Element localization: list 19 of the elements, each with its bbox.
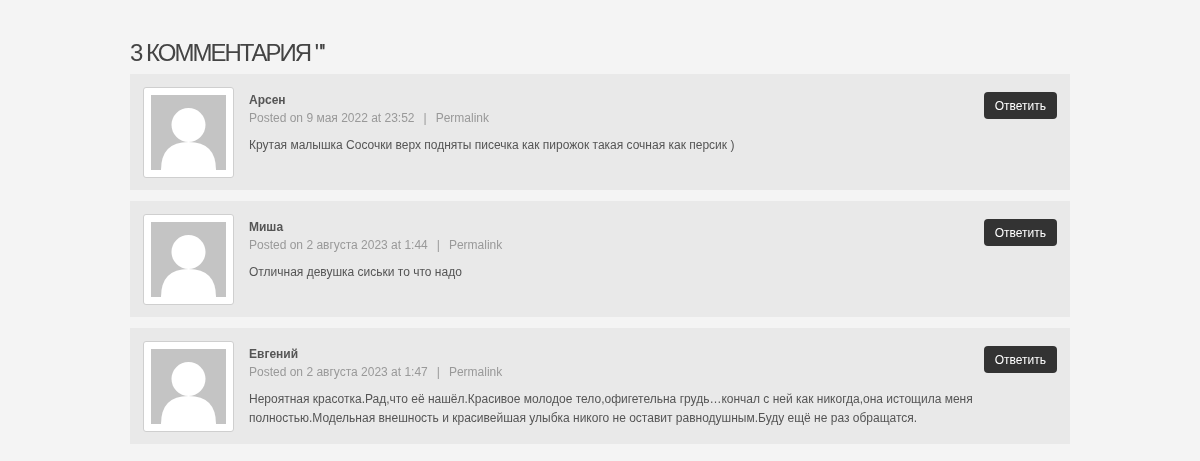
comments-heading: 3 КОММЕНТАРИЯ "' [130, 38, 326, 68]
avatar-icon [151, 95, 226, 170]
avatar-icon [151, 349, 226, 424]
reply-button[interactable]: Ответить [983, 219, 1057, 246]
avatar-icon [151, 222, 226, 297]
meta-separator: | [436, 365, 440, 380]
reply-button[interactable]: Ответить [983, 346, 1057, 373]
post-date: Posted on 2 августа 2023 at 1:44 [249, 238, 428, 253]
author-name: Арсен [249, 93, 287, 108]
comment-text: Отличная девушка сиськи то что надо [249, 264, 463, 281]
post-date: Posted on 2 августа 2023 at 1:47 [249, 365, 428, 380]
reply-button[interactable]: Ответить [983, 92, 1057, 119]
author-name: Миша [249, 220, 285, 235]
meta-separator: | [423, 111, 427, 126]
post-date: Posted on 9 мая 2022 at 23:52 [249, 111, 415, 126]
meta-separator: | [436, 238, 440, 253]
author-name: Евгений [249, 347, 300, 362]
comment-text: Крутая малышка Сосочки верх подняты писечка как пирожок такая сочная как персик ) [249, 137, 736, 154]
comment-text: Нероятная красотка.Рад,что её нашёл.Красивое молодое тело,офигетельна грудь…кончал с ней как никогда,она истощила меня полностью.Модельная внешность и красивейшая улыбка никого не оставит равнодушным.Буду ещё не раз обращатся. [249, 391, 974, 427]
